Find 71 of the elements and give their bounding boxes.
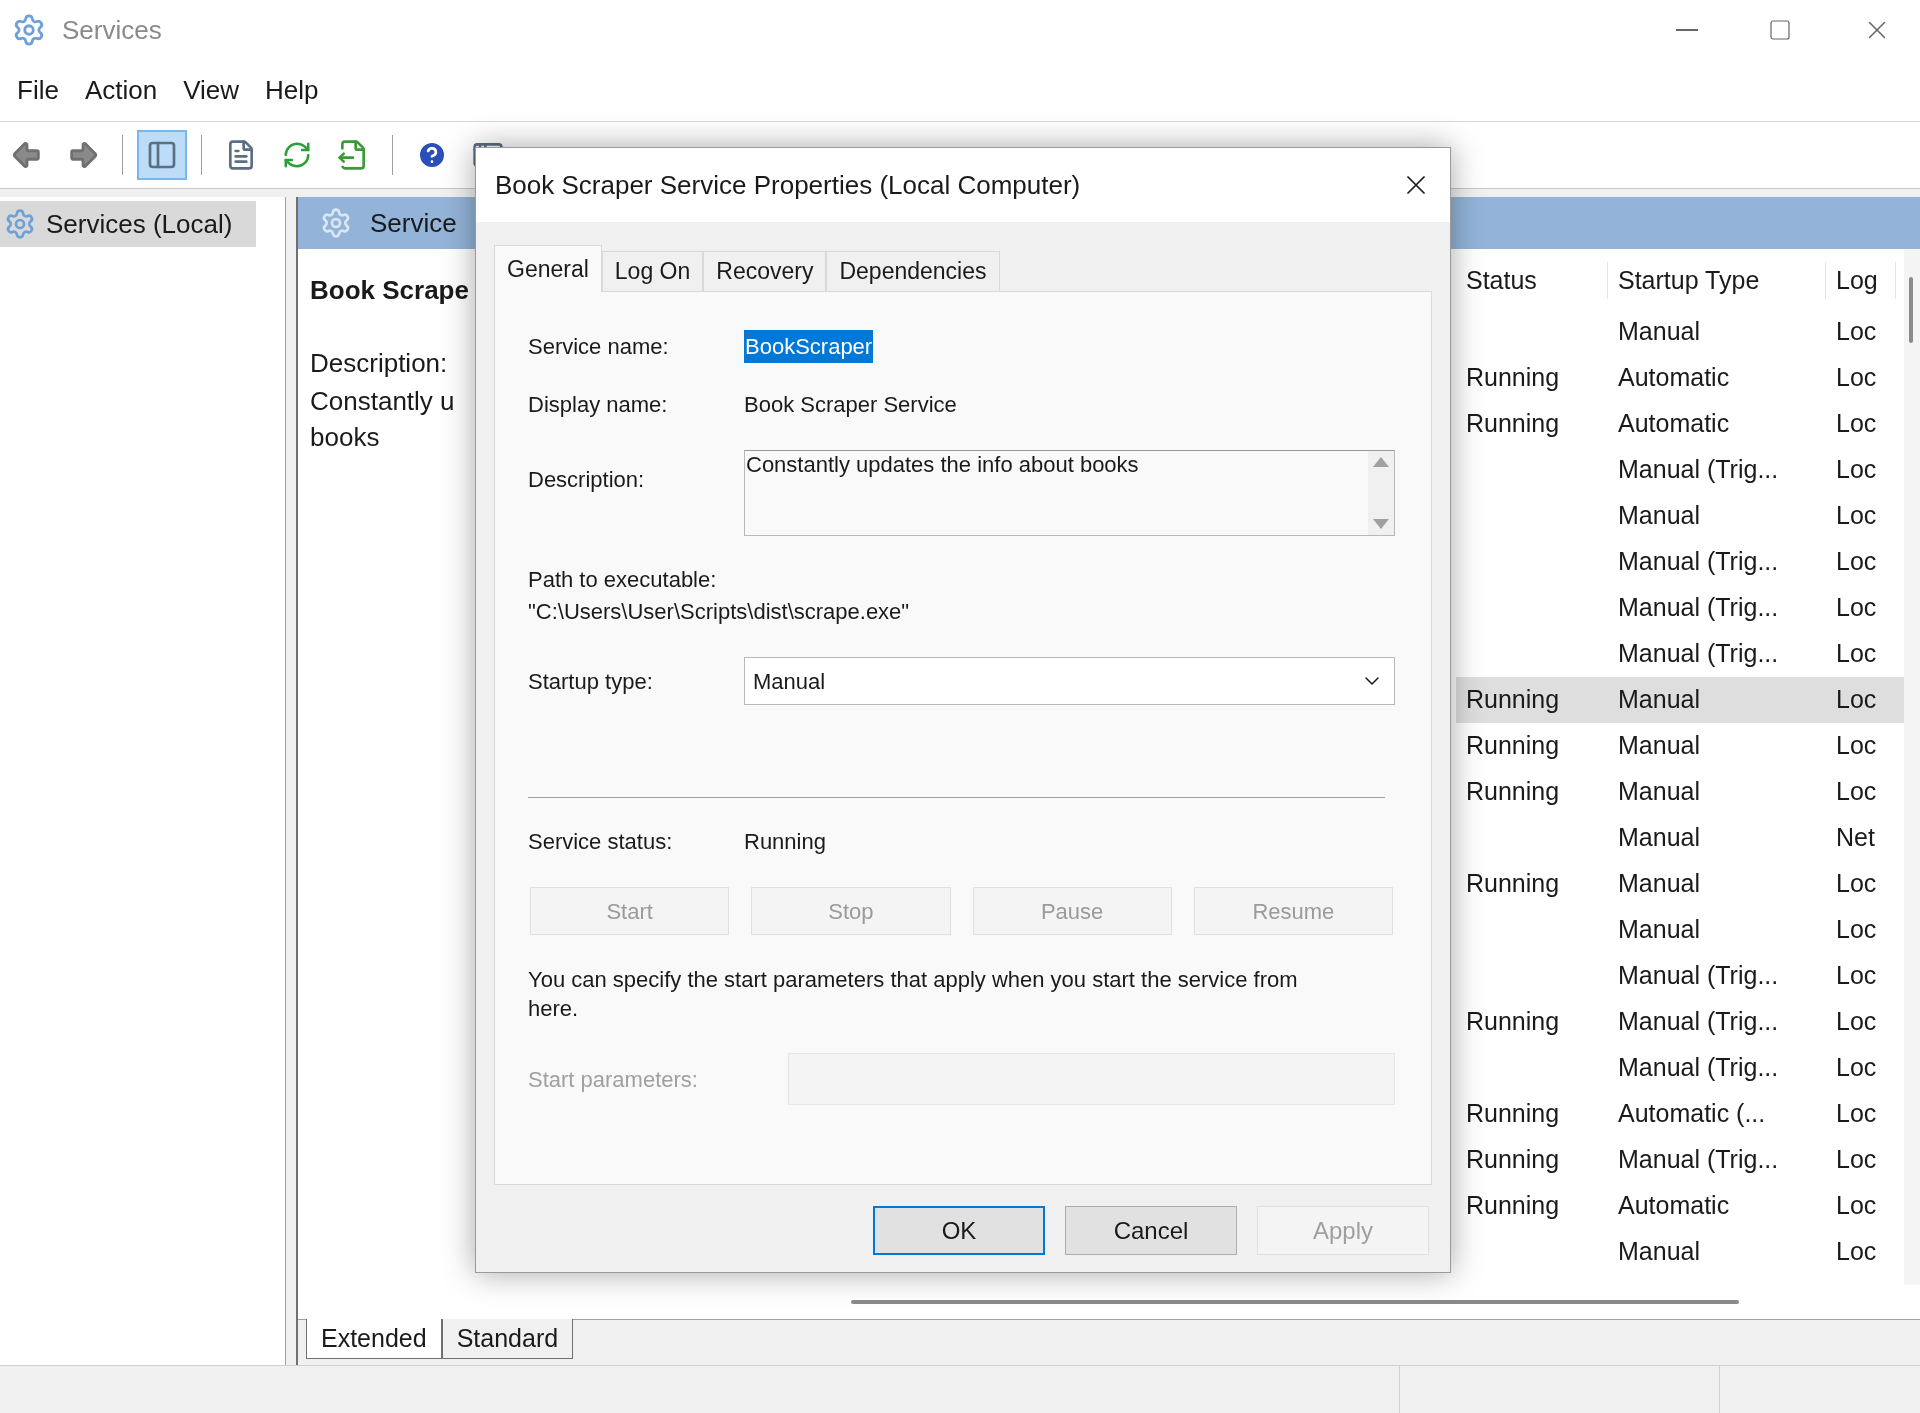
field-label: Service status:	[528, 827, 674, 856]
description-text: Constantly u	[310, 385, 455, 418]
startup-cell: Automatic	[1618, 409, 1730, 438]
hint-text: You can specify the start parameters that apply when you start the service from here.	[528, 966, 1299, 1023]
startup-cell: Manual	[1618, 915, 1700, 944]
startup-cell: Manual	[1618, 685, 1700, 714]
service-title: Book Scrape	[310, 274, 469, 307]
window-title: Services	[62, 13, 162, 47]
startup-cell: Manual	[1618, 1237, 1700, 1266]
log-cell: Loc	[1836, 1145, 1877, 1174]
startup-cell: Manual (Trig...	[1618, 1145, 1779, 1174]
log-cell: Loc	[1836, 1053, 1877, 1082]
startup-cell: Automatic	[1618, 1191, 1730, 1220]
status-cell: Running	[1466, 409, 1560, 438]
status-cell: Running	[1466, 777, 1560, 806]
description-label: Description:	[310, 347, 448, 380]
log-cell: Loc	[1836, 1099, 1877, 1128]
field-label: Display name:	[528, 390, 669, 419]
display-name-value: Book Scraper Service	[744, 390, 957, 419]
startup-cell: Manual	[1618, 317, 1700, 346]
startup-cell: Manual	[1618, 501, 1700, 530]
field-label: Startup type:	[528, 667, 654, 696]
log-cell: Loc	[1836, 1191, 1877, 1220]
status-cell: Running	[1466, 1007, 1560, 1036]
log-cell: Loc	[1836, 777, 1877, 806]
log-cell: Loc	[1836, 731, 1877, 760]
log-cell: Loc	[1836, 363, 1877, 392]
startup-cell: Automatic (...	[1618, 1099, 1766, 1128]
log-cell: Loc	[1836, 639, 1877, 668]
log-cell: Net	[1836, 823, 1875, 852]
log-cell: Loc	[1836, 685, 1877, 714]
field-label: Service name:	[528, 332, 670, 361]
dialog-title: Book Scraper Service Properties (Local Computer)	[495, 168, 1081, 202]
startup-cell: Manual (Trig...	[1618, 639, 1779, 668]
log-cell: Loc	[1836, 455, 1877, 484]
status-cell: Running	[1466, 1145, 1560, 1174]
status-cell: Running	[1466, 363, 1560, 392]
log-cell: Loc	[1836, 317, 1877, 346]
startup-cell: Manual	[1618, 731, 1700, 760]
status-cell: Running	[1466, 1099, 1560, 1128]
log-cell: Loc	[1836, 547, 1877, 576]
startup-cell: Manual	[1618, 869, 1700, 898]
path-value: "C:\Users\User\Scripts\dist\scrape.exe"	[528, 598, 910, 626]
startup-cell: Manual (Trig...	[1618, 961, 1779, 990]
log-cell: Loc	[1836, 915, 1877, 944]
log-cell: Loc	[1836, 1237, 1877, 1266]
startup-cell: Manual (Trig...	[1618, 547, 1779, 576]
startup-cell: Automatic	[1618, 363, 1730, 392]
field-label: Description:	[528, 466, 646, 494]
status-cell: Running	[1466, 1191, 1560, 1220]
field-label: Start parameters:	[528, 1065, 699, 1094]
tree-label: Services (Local)	[46, 207, 233, 241]
log-cell: Loc	[1836, 409, 1877, 438]
service-status-value: Running	[744, 827, 826, 856]
startup-cell: Manual (Trig...	[1618, 1053, 1779, 1082]
description-text: books	[310, 421, 380, 454]
startup-cell: Manual (Trig...	[1618, 593, 1779, 622]
startup-cell: Manual (Trig...	[1618, 1007, 1779, 1036]
log-cell: Loc	[1836, 501, 1877, 530]
startup-cell: Manual	[1618, 823, 1700, 852]
startup-cell: Manual (Trig...	[1618, 455, 1779, 484]
field-label: Path to executable:	[528, 566, 717, 594]
log-cell: Loc	[1836, 1007, 1877, 1036]
pane-title: Service	[370, 206, 457, 240]
log-cell: Loc	[1836, 593, 1877, 622]
log-cell: Loc	[1836, 869, 1877, 898]
status-cell: Running	[1466, 731, 1560, 760]
status-cell: Running	[1466, 869, 1560, 898]
status-cell: Running	[1466, 685, 1560, 714]
startup-cell: Manual	[1618, 777, 1700, 806]
log-cell: Loc	[1836, 961, 1877, 990]
